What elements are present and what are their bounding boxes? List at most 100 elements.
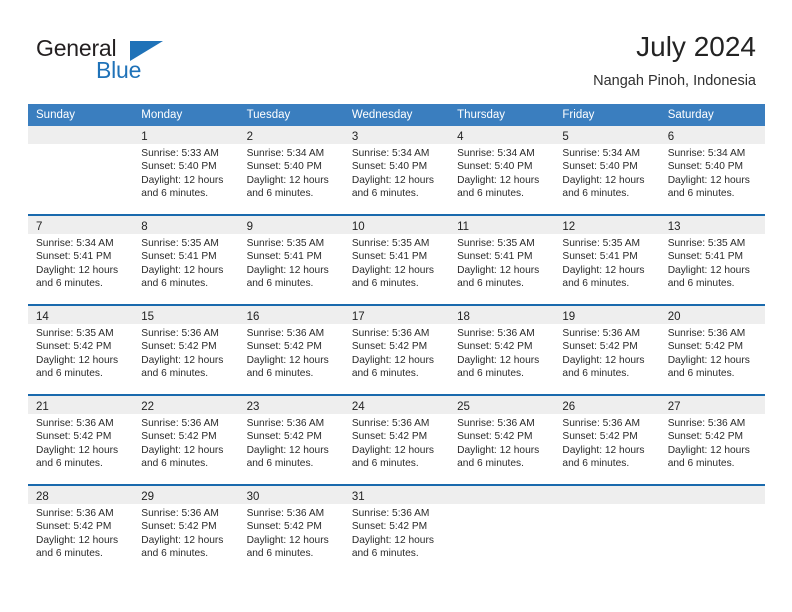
day-sun-info: Sunrise: 5:36 AM Sunset: 5:42 PM Daylight:… <box>554 324 659 381</box>
day-sun-info: Sunrise: 5:36 AM Sunset: 5:42 PM Daylight:… <box>344 414 449 471</box>
weekday-header-row: Sunday Monday Tuesday Wednesday Thursday Frid… <box>28 104 765 126</box>
general-blue-logo[interactable]: General Blue <box>36 36 236 88</box>
day-info-line: Daylight: 12 hours <box>36 534 119 546</box>
day-info-line: Sunset: 5:41 PM <box>141 251 217 263</box>
calendar-day-cell[interactable]: 2 Sunrise: 5:34 AM Sunset: 5:40 PM Daylight… <box>238 126 344 214</box>
day-number-band: 17 <box>343 306 450 324</box>
day-info-line: and 6 minutes. <box>562 188 630 200</box>
day-number-band: 31 <box>343 486 450 504</box>
day-info-line: and 6 minutes. <box>351 458 419 470</box>
day-number-band: 6 <box>659 126 765 144</box>
day-number: 30 <box>246 491 260 503</box>
day-sun-info: Sunrise: 5:36 AM Sunset: 5:42 PM Daylight:… <box>239 324 344 381</box>
day-info-line: Sunrise: 5:36 AM <box>562 418 640 429</box>
day-info-line: Daylight: 12 hours <box>667 444 750 456</box>
day-number-band: 20 <box>659 306 765 324</box>
day-sun-info: Sunrise: 5:36 AM Sunset: 5:42 PM Daylight:… <box>449 324 554 381</box>
day-number: 25 <box>457 401 470 413</box>
day-number-band: 25 <box>449 396 555 414</box>
calendar-day-cell[interactable]: 20 Sunrise: 5:36 AM Sunset: 5:42 PM Dayligh… <box>659 306 765 394</box>
day-info-line: Sunrise: 5:35 AM <box>36 328 114 339</box>
day-info-line: Daylight: 12 hours <box>562 174 645 186</box>
calendar-day-cell[interactable]: 9 Sunrise: 5:35 AM Sunset: 5:41 PM Daylight… <box>238 216 344 304</box>
day-sun-info: Sunrise: 5:35 AM Sunset: 5:41 PM Daylight:… <box>660 234 765 291</box>
day-number-band: 27 <box>659 396 765 414</box>
day-sun-info: Sunrise: 5:36 AM Sunset: 5:42 PM Daylight:… <box>133 414 238 471</box>
calendar-day-cell[interactable]: 6 Sunrise: 5:34 AM Sunset: 5:40 PM Daylight… <box>659 126 765 214</box>
calendar-day-cell[interactable]: 21 Sunrise: 5:36 AM Sunset: 5:42 PM Dayligh… <box>28 396 134 484</box>
day-sun-info: Sunrise: 5:34 AM Sunset: 5:40 PM Daylight:… <box>344 144 449 201</box>
calendar-day-cell[interactable]: 23 Sunrise: 5:36 AM Sunset: 5:42 PM Dayligh… <box>238 396 344 484</box>
day-info-line: Sunset: 5:41 PM <box>562 251 638 263</box>
calendar-day-cell[interactable]: 30 Sunrise: 5:36 AM Sunset: 5:42 PM Dayligh… <box>238 486 344 574</box>
day-info-line: Sunset: 5:42 PM <box>667 341 744 353</box>
day-number-band: 3 <box>343 126 450 144</box>
calendar-day-cell[interactable]: 22 Sunrise: 5:36 AM Sunset: 5:42 PM Dayligh… <box>133 396 239 484</box>
day-info-line: Daylight: 12 hours <box>457 444 540 456</box>
day-info-line: and 6 minutes. <box>246 188 314 200</box>
day-info-line: Sunset: 5:42 PM <box>141 341 217 353</box>
calendar-day-cell[interactable]: 18 Sunrise: 5:36 AM Sunset: 5:42 PM Dayligh… <box>449 306 555 394</box>
calendar-day-cell[interactable]: 31 Sunrise: 5:36 AM Sunset: 5:42 PM Dayligh… <box>343 486 450 574</box>
page-header: General Blue July 2024 Nangah Pinoh, Ind… <box>0 0 792 100</box>
day-info-line: and 6 minutes. <box>667 368 735 380</box>
day-info-line: and 6 minutes. <box>562 368 630 380</box>
day-info-line: Sunrise: 5:35 AM <box>351 238 430 249</box>
day-info-line: Sunrise: 5:36 AM <box>36 418 114 429</box>
day-number-band: 5 <box>554 126 660 144</box>
day-number: 9 <box>246 221 253 233</box>
day-info-line: Daylight: 12 hours <box>141 534 224 546</box>
day-info-line: Sunset: 5:42 PM <box>141 521 217 533</box>
day-number: 31 <box>351 491 365 503</box>
calendar-day-cell[interactable]: 11 Sunrise: 5:35 AM Sunset: 5:41 PM Dayligh… <box>449 216 555 304</box>
calendar-day-cell[interactable]: 8 Sunrise: 5:35 AM Sunset: 5:41 PM Daylight… <box>133 216 239 304</box>
calendar-day-cell[interactable]: 3 Sunrise: 5:34 AM Sunset: 5:40 PM Daylight… <box>343 126 450 214</box>
calendar-day-cell-empty <box>28 126 134 214</box>
day-info-line: and 6 minutes. <box>141 188 209 200</box>
day-info-line: Sunrise: 5:36 AM <box>246 508 325 519</box>
calendar-day-cell[interactable]: 26 Sunrise: 5:36 AM Sunset: 5:42 PM Dayligh… <box>554 396 660 484</box>
calendar-day-cell[interactable]: 28 Sunrise: 5:36 AM Sunset: 5:42 PM Dayligh… <box>28 486 134 574</box>
day-info-line: Sunrise: 5:36 AM <box>141 418 219 429</box>
calendar-day-cell[interactable]: 16 Sunrise: 5:36 AM Sunset: 5:42 PM Dayligh… <box>238 306 344 394</box>
calendar-day-cell[interactable]: 14 Sunrise: 5:35 AM Sunset: 5:42 PM Dayligh… <box>28 306 134 394</box>
day-info-line: Sunset: 5:42 PM <box>141 431 217 443</box>
calendar-day-cell[interactable]: 24 Sunrise: 5:36 AM Sunset: 5:42 PM Dayligh… <box>343 396 450 484</box>
day-number-band: 23 <box>238 396 344 414</box>
weekday-header-monday: Monday <box>141 109 183 121</box>
day-number-band: 21 <box>28 396 134 414</box>
calendar-day-cell[interactable]: 4 Sunrise: 5:34 AM Sunset: 5:40 PM Daylight… <box>449 126 555 214</box>
calendar-day-cell[interactable]: 12 Sunrise: 5:35 AM Sunset: 5:41 PM Dayligh… <box>554 216 660 304</box>
day-info-line: Sunset: 5:42 PM <box>667 431 744 443</box>
day-number-band: 18 <box>449 306 555 324</box>
day-info-line: Sunset: 5:42 PM <box>246 431 322 443</box>
calendar-day-cell[interactable]: 29 Sunrise: 5:36 AM Sunset: 5:42 PM Dayligh… <box>133 486 239 574</box>
calendar-day-cell[interactable]: 27 Sunrise: 5:36 AM Sunset: 5:42 PM Dayligh… <box>659 396 765 484</box>
day-info-line: Sunrise: 5:34 AM <box>246 148 325 159</box>
day-number: 2 <box>246 131 253 143</box>
day-sun-info: Sunrise: 5:34 AM Sunset: 5:41 PM Daylight:… <box>28 234 133 291</box>
day-info-line: Daylight: 12 hours <box>141 264 224 276</box>
calendar-day-cell[interactable]: 15 Sunrise: 5:36 AM Sunset: 5:42 PM Dayligh… <box>133 306 239 394</box>
calendar-day-cell[interactable]: 17 Sunrise: 5:36 AM Sunset: 5:42 PM Dayligh… <box>343 306 450 394</box>
day-sun-info: Sunrise: 5:36 AM Sunset: 5:42 PM Daylight:… <box>133 504 238 561</box>
calendar-week-row: 14 Sunrise: 5:35 AM Sunset: 5:42 PM Dayligh… <box>28 304 765 394</box>
day-info-line: Daylight: 12 hours <box>457 174 540 186</box>
calendar-day-cell[interactable]: 7 Sunrise: 5:34 AM Sunset: 5:41 PM Daylight… <box>28 216 134 304</box>
day-info-line: Daylight: 12 hours <box>667 354 750 366</box>
calendar-day-cell[interactable]: 1 Sunrise: 5:33 AM Sunset: 5:40 PM Daylight… <box>133 126 239 214</box>
day-number: 6 <box>667 131 675 143</box>
calendar-day-cell-empty <box>449 486 555 574</box>
calendar-day-cell[interactable]: 13 Sunrise: 5:35 AM Sunset: 5:41 PM Dayligh… <box>659 216 765 304</box>
day-sun-info: Sunrise: 5:34 AM Sunset: 5:40 PM Daylight:… <box>239 144 344 201</box>
day-info-line: Sunrise: 5:36 AM <box>246 418 325 429</box>
calendar-day-cell[interactable]: 19 Sunrise: 5:36 AM Sunset: 5:42 PM Dayligh… <box>554 306 660 394</box>
calendar-day-cell[interactable]: 5 Sunrise: 5:34 AM Sunset: 5:40 PM Daylight… <box>554 126 660 214</box>
calendar-day-cell[interactable]: 10 Sunrise: 5:35 AM Sunset: 5:41 PM Dayligh… <box>343 216 450 304</box>
day-info-line: Sunrise: 5:35 AM <box>667 238 746 249</box>
day-number: 15 <box>141 311 155 323</box>
day-info-line: and 6 minutes. <box>457 188 524 200</box>
calendar-day-cell[interactable]: 25 Sunrise: 5:36 AM Sunset: 5:42 PM Dayligh… <box>449 396 555 484</box>
day-info-line: and 6 minutes. <box>141 368 209 380</box>
page-title: July 2024 <box>636 31 756 62</box>
